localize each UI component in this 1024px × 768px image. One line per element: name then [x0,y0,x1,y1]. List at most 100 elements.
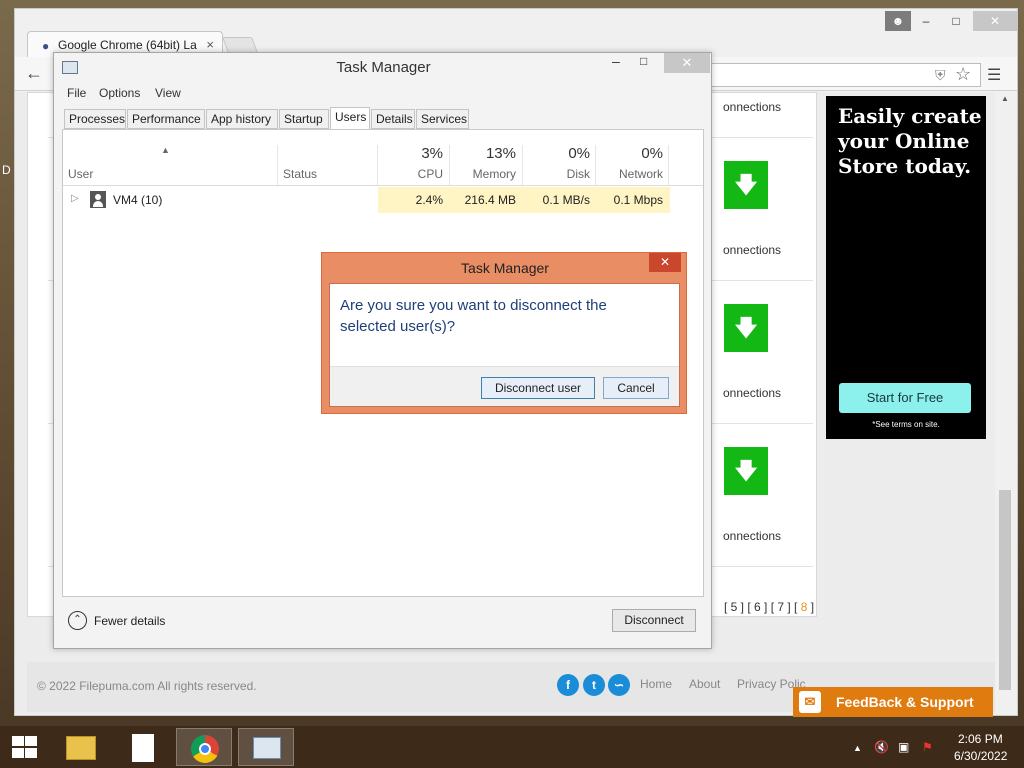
twitter-icon[interactable]: t [583,674,605,696]
action-center-icon[interactable]: ⚑ [922,740,933,754]
bookmark-star-icon[interactable]: ☆ [955,64,971,85]
task-manager-icon [253,737,281,759]
browser-tab-title: Google Chrome (64bit) La [58,38,197,52]
download-icon[interactable]: 🡇 [724,447,768,495]
connections-text: onnections [723,386,782,400]
dialog-button-bar: Disconnect user Cancel [330,366,679,406]
scroll-thumb[interactable] [999,490,1011,690]
tm-footer: ⌃ Fewer details Disconnect [54,598,711,648]
row-cpu: 2.4% [415,193,443,207]
column-separator [668,145,669,185]
page-scrollbar[interactable]: ▲ [997,92,1013,714]
document-icon [132,734,154,762]
taskbar-document[interactable] [114,728,170,766]
connections-text: onnections [723,529,782,543]
tab-startup[interactable]: Startup [279,109,329,129]
column-separator [449,145,450,185]
menu-file[interactable]: File [67,86,86,100]
windows-start-icon[interactable] [10,736,40,760]
tab-users[interactable]: Users [330,107,370,130]
confirm-dialog: Task Manager ✕ Are you sure you want to … [321,252,687,414]
menu-options[interactable]: Options [99,86,140,100]
cpu-total-percent[interactable]: 3% [393,145,443,162]
row-network: 0.1 Mbps [613,193,663,207]
dialog-message: Are you sure you want to disconnect the … [340,297,607,335]
tray-expand-icon[interactable]: ▲ [853,743,862,753]
user-name: VM4 (10) [113,193,163,207]
footer-copyright: © 2022 Filepuma.com All rights reserved. [37,679,257,693]
download-icon[interactable]: 🡇 [724,304,768,352]
chrome-close-button[interactable]: ✕ [973,11,1017,31]
column-separator [377,145,378,185]
download-icon[interactable]: 🡇 [724,161,768,209]
tm-minimize-button[interactable]: – [612,53,620,69]
row-memory: 216.4 MB [464,193,516,207]
header-divider [63,185,703,186]
disk-total-percent[interactable]: 0% [529,145,590,162]
tm-maximize-button[interactable]: □ [640,54,647,68]
footer-link-about[interactable]: About [689,677,720,691]
column-header-cpu[interactable]: CPU [393,167,443,181]
pagination-close: ] [807,600,815,614]
tab-app-history[interactable]: App history [206,109,278,129]
tab-processes[interactable]: Processes [64,109,126,129]
expand-arrow-icon[interactable]: ▷ [71,193,79,204]
pagination-pages[interactable]: [ 5 ] [ 6 ] [ 7 ] [ [724,600,801,614]
ad-terms: *See terms on site. [872,420,940,429]
ad-headline: Easily create your Online Store today. [838,104,982,178]
chrome-user-icon[interactable]: ☻ [885,11,911,31]
dialog-title: Task Manager [461,260,549,276]
taskbar-file-explorer[interactable] [52,728,108,766]
clock-time[interactable]: 2:06 PM [958,732,1003,746]
shield-icon[interactable]: ⛨ [935,67,946,84]
pagination[interactable]: [ 5 ] [ 6 ] [ 7 ] [ 8 ] [724,600,814,614]
folder-icon [66,736,96,760]
fewer-details-link[interactable]: Fewer details [94,614,165,628]
disconnect-user-button[interactable]: Disconnect user [481,377,595,399]
rss-icon[interactable]: ∽ [608,674,630,696]
filepuma-favicon-icon: ● [42,39,50,53]
tab-performance[interactable]: Performance [127,109,205,129]
tm-close-button[interactable]: ✕ [664,53,710,73]
ad-start-button[interactable]: Start for Free [839,383,971,413]
memory-total-percent[interactable]: 13% [456,145,516,162]
network-icon[interactable]: ▣ [898,740,909,754]
feedback-support-button[interactable]: ✉ FeedBack & Support [793,687,993,717]
tab-services[interactable]: Services [416,109,469,129]
clock-date[interactable]: 6/30/2022 [954,749,1007,763]
tm-tabs: Processes Performance App history Startu… [64,107,704,130]
chrome-minimize-button[interactable]: – [913,11,939,31]
column-separator [595,145,596,185]
advertisement[interactable]: Easily create your Online Store today. S… [826,96,986,439]
sort-up-icon: ▲ [161,145,170,155]
tab-close-icon[interactable]: × [206,37,214,52]
column-header-network[interactable]: Network [602,167,663,181]
connections-text: onnections [723,100,782,114]
feedback-label: FeedBack & Support [836,694,974,710]
column-header-user[interactable]: User [68,167,93,181]
network-total-percent[interactable]: 0% [602,145,663,162]
footer-link-home[interactable]: Home [640,677,672,691]
new-tab-button[interactable] [222,37,258,53]
tab-details[interactable]: Details [371,109,415,129]
taskbar-task-manager[interactable] [238,728,294,766]
column-header-disk[interactable]: Disk [529,167,590,181]
chevron-up-icon[interactable]: ⌃ [68,611,87,630]
facebook-icon[interactable]: f [557,674,579,696]
chrome-menu-icon[interactable]: ☰ [987,65,1001,85]
scroll-up-icon[interactable]: ▲ [1001,94,1009,103]
column-header-status[interactable]: Status [283,167,317,181]
dialog-close-button[interactable]: ✕ [649,253,681,272]
taskbar-chrome[interactable] [176,728,232,766]
chrome-maximize-button[interactable]: □ [943,11,969,31]
back-arrow-icon[interactable]: ← [25,63,43,84]
table-row[interactable]: ▷ VM4 (10) 2.4% 216.4 MB 0.1 MB/s 0.1 Mb… [63,187,703,213]
cancel-button[interactable]: Cancel [603,377,669,399]
volume-muted-icon[interactable]: 🔇 [874,740,889,754]
menu-view[interactable]: View [155,86,181,100]
tm-menubar: File Options View [54,83,711,103]
disconnect-button[interactable]: Disconnect [612,609,696,632]
connections-text: onnections [723,243,782,257]
column-header-memory[interactable]: Memory [456,167,516,181]
dialog-body: Are you sure you want to disconnect the … [329,283,680,407]
